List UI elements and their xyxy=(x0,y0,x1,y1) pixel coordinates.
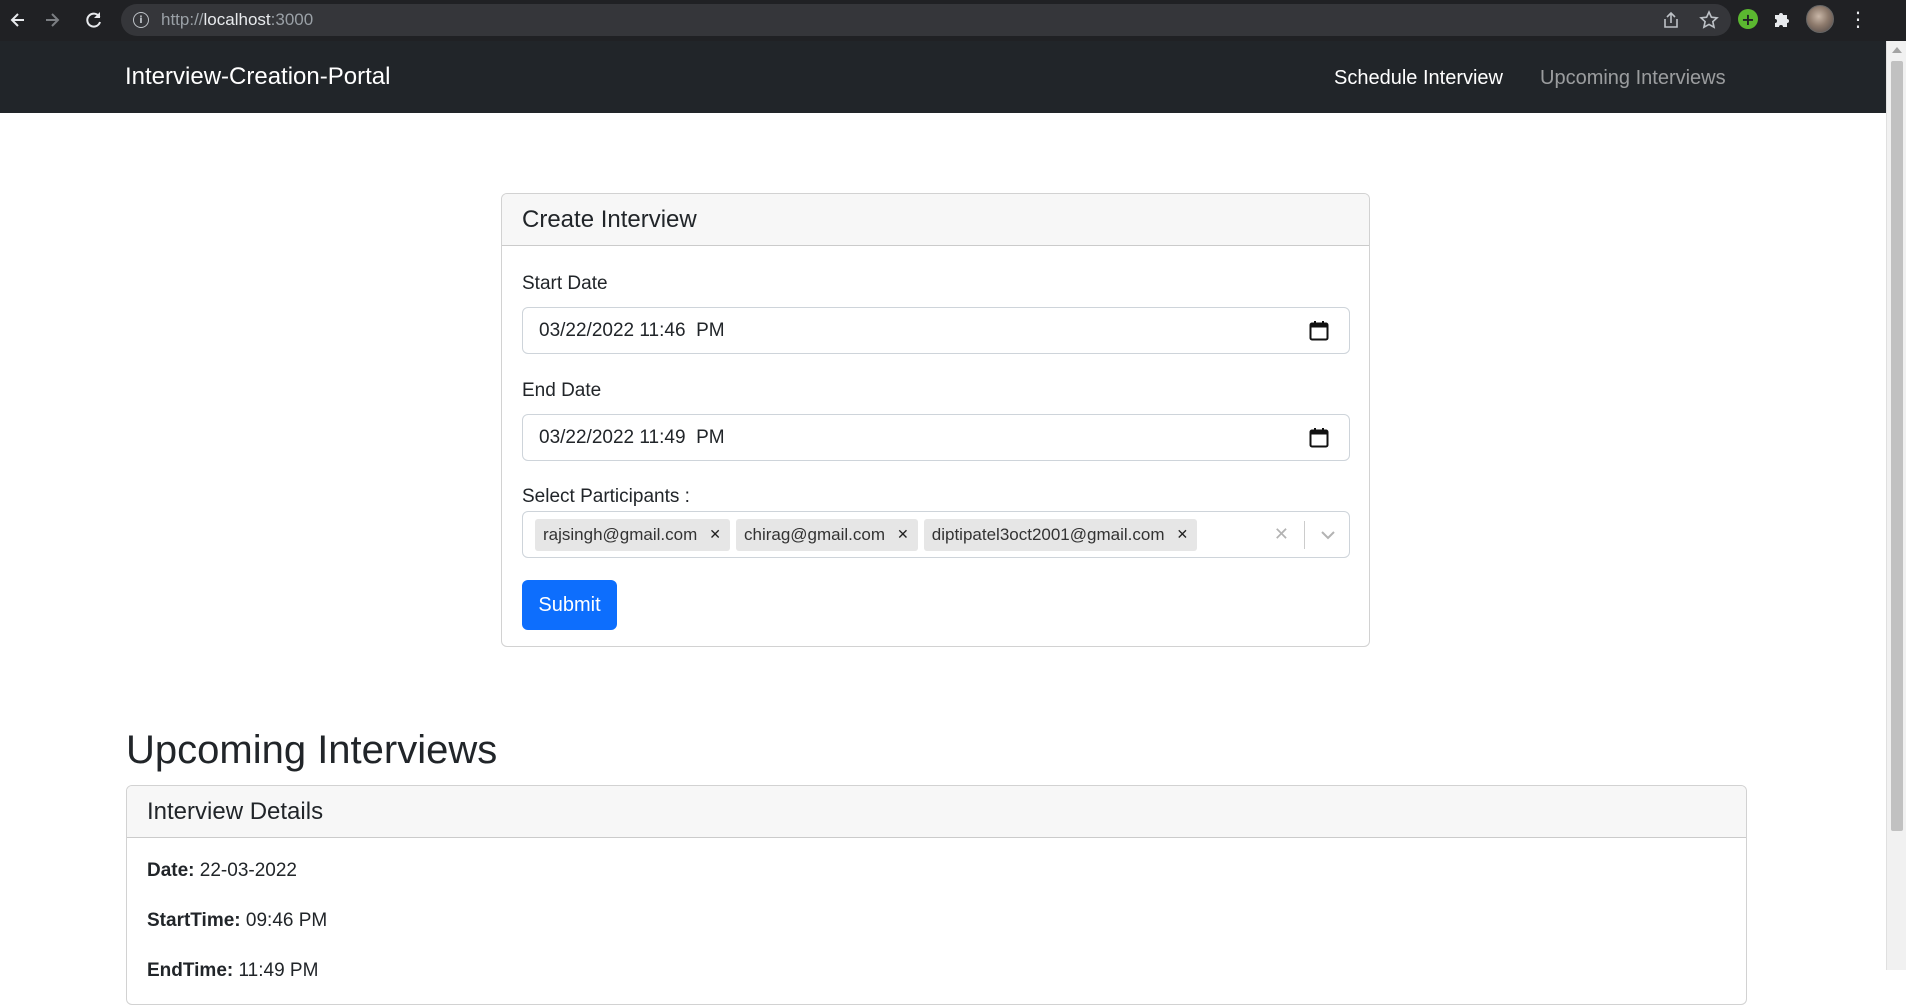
upcoming-interviews-title: Upcoming Interviews xyxy=(126,728,498,772)
detail-date-label: Date: xyxy=(147,860,195,881)
navbar-brand[interactable]: Interview-Creation-Portal xyxy=(125,63,390,91)
detail-start-time-label: StartTime: xyxy=(147,910,241,931)
detail-start-time-value: 09:46 PM xyxy=(245,910,328,931)
remove-chip-icon[interactable]: ✕ xyxy=(705,527,730,543)
reload-icon[interactable] xyxy=(76,2,112,38)
detail-date: Date: 22-03-2022 xyxy=(147,860,297,882)
participant-chip-label: chirag@gmail.com xyxy=(744,524,886,544)
scroll-up-arrow-icon[interactable] xyxy=(1892,47,1902,53)
participant-chip-label: rajsingh@gmail.com xyxy=(543,524,698,544)
detail-end-time-value: 11:49 PM xyxy=(238,960,319,981)
interview-details-card: Interview Details Date: 22-03-2022 Start… xyxy=(126,785,1747,1005)
nav-schedule-interview[interactable]: Schedule Interview xyxy=(1334,67,1503,90)
interview-details-header: Interview Details xyxy=(127,786,1746,838)
browser-toolbar: i http://localhost:3000 + ⋮ xyxy=(0,0,1906,41)
participant-chip-label: diptipatel3oct2001@gmail.com xyxy=(931,524,1165,544)
create-interview-header: Create Interview xyxy=(502,194,1369,246)
end-date-value: 03/22/2022 11:49 PM xyxy=(539,426,725,448)
calendar-icon[interactable] xyxy=(1309,427,1329,448)
clear-all-icon[interactable]: ✕ xyxy=(1274,524,1289,545)
page-scrollbar[interactable] xyxy=(1886,41,1906,970)
extensions-puzzle-icon[interactable] xyxy=(1772,9,1792,29)
indicator-separator xyxy=(1304,521,1305,549)
calendar-icon[interactable] xyxy=(1309,320,1329,341)
participants-label: Select Participants : xyxy=(522,486,690,507)
submit-button[interactable]: Submit xyxy=(522,580,617,630)
extension-add-icon[interactable]: + xyxy=(1738,9,1758,29)
participants-multiselect[interactable]: rajsingh@gmail.com ✕ chirag@gmail.com ✕ … xyxy=(522,511,1350,558)
app-navbar: Interview-Creation-Portal Schedule Inter… xyxy=(0,41,1886,113)
detail-end-time-label: EndTime: xyxy=(147,960,234,981)
forward-icon[interactable] xyxy=(34,2,70,38)
url-text: http://localhost:3000 xyxy=(161,10,314,29)
address-bar[interactable]: i http://localhost:3000 xyxy=(121,4,1731,36)
site-info-icon[interactable]: i xyxy=(133,12,149,28)
start-date-label: Start Date xyxy=(522,273,608,294)
participant-chip: diptipatel3oct2001@gmail.com ✕ xyxy=(923,518,1198,551)
participant-chip: rajsingh@gmail.com ✕ xyxy=(535,518,730,551)
detail-date-value: 22-03-2022 xyxy=(199,860,297,881)
detail-start-time: StartTime: 09:46 PM xyxy=(147,910,327,932)
end-date-input[interactable]: 03/22/2022 11:49 PM xyxy=(522,414,1350,461)
create-interview-card: Create Interview Start Date 03/22/2022 1… xyxy=(501,193,1370,647)
start-date-input[interactable]: 03/22/2022 11:46 PM xyxy=(522,307,1350,354)
remove-chip-icon[interactable]: ✕ xyxy=(893,527,918,543)
chevron-down-icon[interactable] xyxy=(1319,526,1337,544)
start-date-value: 03/22/2022 11:46 PM xyxy=(539,319,725,341)
profile-avatar[interactable] xyxy=(1806,5,1834,33)
bookmark-star-icon[interactable] xyxy=(1699,10,1719,30)
browser-menu-icon[interactable]: ⋮ xyxy=(1848,9,1868,29)
remove-chip-icon[interactable]: ✕ xyxy=(1173,527,1198,543)
scrollbar-thumb[interactable] xyxy=(1891,61,1903,831)
participant-chip: chirag@gmail.com ✕ xyxy=(736,518,918,551)
back-icon[interactable] xyxy=(0,2,36,38)
share-icon[interactable] xyxy=(1661,10,1681,30)
nav-upcoming-interviews[interactable]: Upcoming Interviews xyxy=(1540,67,1726,90)
detail-end-time: EndTime: 11:49 PM xyxy=(147,960,318,982)
end-date-label: End Date xyxy=(522,380,602,401)
